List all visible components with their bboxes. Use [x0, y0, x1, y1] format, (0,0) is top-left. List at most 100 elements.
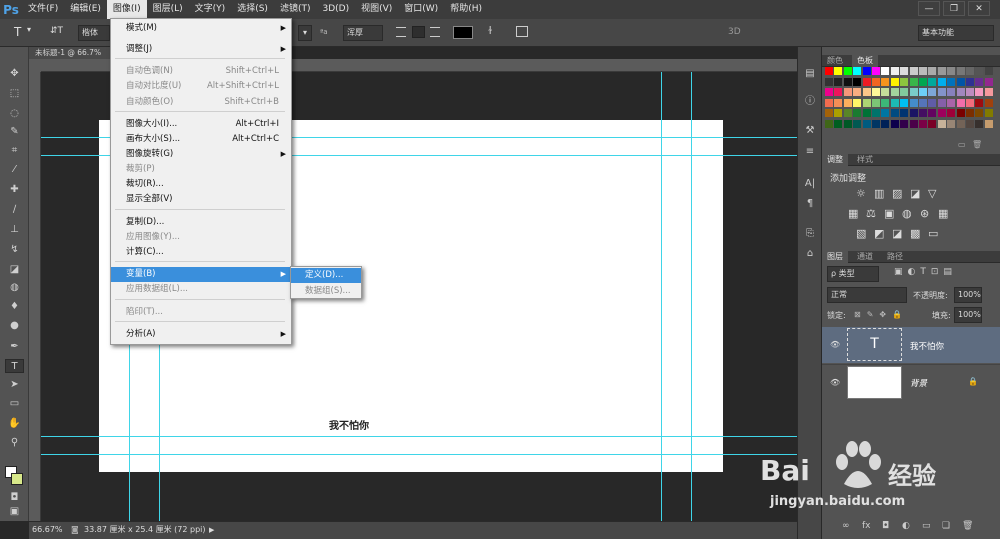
swatch[interactable] [909, 119, 918, 128]
history-brush-tool-icon[interactable]: ↯ [5, 243, 24, 257]
swatch[interactable] [900, 119, 909, 128]
menu-edit[interactable]: 编辑(E) [64, 0, 107, 19]
menu-window[interactable]: 窗口(W) [398, 0, 444, 19]
menu-help[interactable]: 帮助(H) [444, 0, 488, 19]
lock-icons[interactable]: ⊠✎✥🔒 [854, 310, 908, 319]
layers-toolbar-icon[interactable]: 🗑 [962, 521, 973, 531]
swatch[interactable] [862, 88, 871, 96]
image-menu-item[interactable]: 计算(C)... [111, 245, 291, 260]
swatch[interactable] [872, 119, 880, 128]
opacity-input[interactable]: 100% [954, 287, 982, 303]
swatch[interactable] [975, 98, 984, 107]
adjustment-icon[interactable]: ⊛ [920, 207, 929, 220]
swatch[interactable] [928, 77, 937, 86]
swatch[interactable] [975, 119, 984, 128]
swatch[interactable] [919, 98, 927, 107]
background-color-swatch[interactable] [11, 473, 23, 485]
swatch[interactable] [919, 77, 927, 86]
adjustment-icon[interactable]: ▧ [856, 227, 866, 240]
image-menu-item[interactable]: 自动色调(N) Shift+Ctrl+L [111, 64, 291, 79]
quick-mask-icon[interactable]: ◘ [5, 491, 24, 505]
type-tool-icon[interactable]: T [14, 25, 21, 39]
visibility-eye-icon[interactable]: 👁 [830, 378, 840, 387]
swatch[interactable] [881, 88, 890, 96]
swatch[interactable] [890, 119, 899, 128]
paint-bucket-tool-icon[interactable]: ◍ [5, 281, 24, 295]
vertical-ruler[interactable] [29, 72, 41, 521]
swatch[interactable] [843, 77, 852, 86]
character-panel-icon[interactable]: A| [802, 177, 818, 191]
adjustment-icon[interactable]: ▨ [892, 187, 902, 200]
swatch[interactable] [984, 67, 993, 75]
swatch[interactable] [862, 67, 871, 75]
new-swatch-icon[interactable]: ▭ [958, 140, 966, 149]
layer-row-text[interactable]: 👁 T 我不怕你 [822, 327, 1000, 363]
swatch[interactable] [909, 67, 918, 75]
swatch[interactable] [928, 119, 937, 128]
text-orientation-icon[interactable]: ⇵T [50, 26, 63, 36]
image-menu-item[interactable]: 裁剪(P) [111, 162, 291, 177]
swatch[interactable] [843, 98, 852, 107]
type-tool-selected-icon[interactable]: T [5, 359, 24, 373]
swatch[interactable] [872, 77, 880, 86]
adjustment-icon[interactable]: ▣ [884, 207, 894, 220]
swatch[interactable] [890, 67, 899, 75]
guide-horizontal[interactable] [41, 436, 806, 437]
move-tool-icon[interactable]: ✥ [5, 67, 24, 81]
swatch[interactable] [919, 119, 927, 128]
adjustment-icon[interactable]: ◍ [902, 207, 912, 220]
swatch[interactable] [909, 98, 918, 107]
swatch[interactable] [872, 98, 880, 107]
swatch[interactable] [947, 77, 956, 86]
image-menu-item[interactable]: 应用图像(Y)... [111, 230, 291, 245]
adjustment-icon[interactable]: ▦ [938, 207, 948, 220]
swatch[interactable] [881, 67, 890, 75]
swatch[interactable] [853, 77, 862, 86]
menu-select[interactable]: 选择(S) [231, 0, 274, 19]
layers-toolbar-icon[interactable]: ◘ [882, 521, 889, 531]
swatch[interactable] [966, 77, 974, 86]
swatch[interactable] [984, 119, 993, 128]
swatch[interactable] [966, 67, 974, 75]
swatch[interactable] [890, 98, 899, 107]
swatch[interactable] [928, 88, 937, 96]
rectangle-tool-icon[interactable]: ▭ [5, 397, 24, 411]
layer-filter-icons[interactable]: ▣◐T⊡▤ [894, 267, 957, 277]
swatch[interactable] [937, 109, 946, 117]
image-menu-item[interactable]: 图像旋转(G) ▶ [111, 147, 291, 162]
fill-input[interactable]: 100% [954, 307, 982, 323]
swatch[interactable] [909, 77, 918, 86]
swatch[interactable] [956, 77, 965, 86]
screen-mode-icon[interactable]: ▣ [5, 505, 24, 519]
swatch[interactable] [984, 98, 993, 107]
swatch[interactable] [862, 119, 871, 128]
swatch[interactable] [890, 88, 899, 96]
swatch[interactable] [872, 109, 880, 117]
adjustment-icon[interactable]: ◩ [874, 227, 884, 240]
hand-tool-icon[interactable]: ✋ [5, 417, 24, 431]
tab-adjustments[interactable]: 调整 [822, 154, 848, 166]
status-info-icon[interactable]: ◙ [71, 522, 79, 538]
canvas-text-layer[interactable]: 我不怕你 [329, 417, 369, 432]
eyedropper-tool-icon[interactable]: ⁄ [5, 163, 24, 177]
swatch[interactable] [853, 67, 862, 75]
menu-filter[interactable]: 滤镜(T) [274, 0, 317, 19]
swatch[interactable] [947, 98, 956, 107]
pen-tool-icon[interactable]: ✒ [5, 340, 24, 354]
menu-layer[interactable]: 图层(L) [147, 0, 189, 19]
swatch[interactable] [881, 119, 890, 128]
dodge-tool-icon[interactable]: ● [5, 319, 24, 333]
text-color-swatch[interactable] [453, 26, 473, 39]
adjustment-icon[interactable]: ⚖ [866, 207, 876, 220]
brush-tool-icon[interactable]: ∕ [5, 203, 24, 217]
menu-view[interactable]: 视图(V) [355, 0, 398, 19]
swatch[interactable] [862, 98, 871, 107]
swatch[interactable] [825, 98, 833, 107]
swatch[interactable] [947, 67, 956, 75]
blend-mode-select[interactable]: 正常 [827, 287, 907, 303]
swatch[interactable] [825, 88, 833, 96]
antialias-select[interactable]: 浑厚 [343, 25, 383, 41]
swatch[interactable] [919, 109, 927, 117]
variables-submenu-item[interactable]: 定义(D)... [291, 268, 361, 283]
swatch[interactable] [956, 98, 965, 107]
